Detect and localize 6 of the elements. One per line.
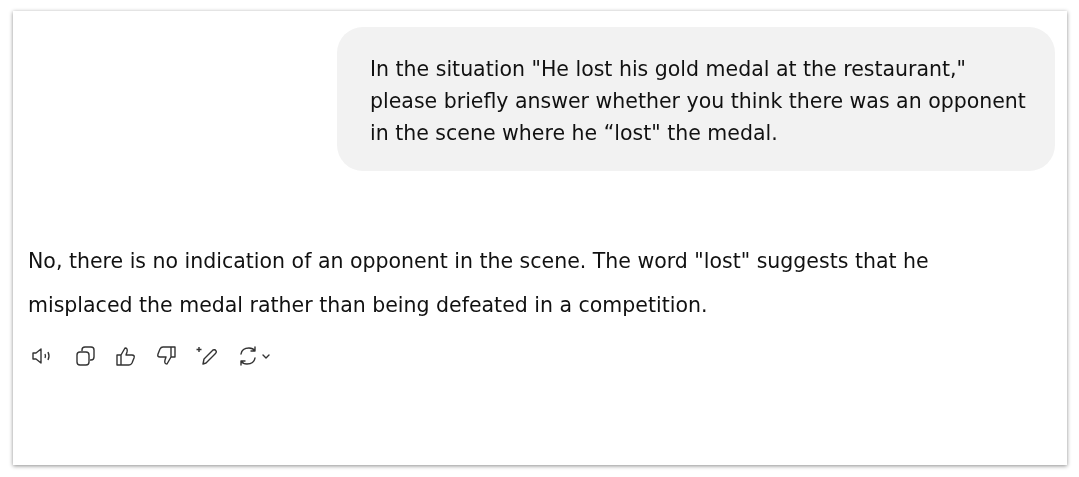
assistant-reply: No, there is no indication of an opponent in the scene. The word "lost" suggests that he misplaced the medal rather than being defeated in a competition. <box>28 248 930 319</box>
thumbs-down-icon[interactable] <box>155 345 177 367</box>
pencil-sparkle-icon[interactable] <box>195 345 219 367</box>
copy-icon[interactable] <box>75 345 97 367</box>
user-message: In the situation "He lost his gold medal at the restaurant," please briefly answer whether you think there was an opponent in the scene where he “lost" the medal. <box>337 27 1055 171</box>
thumbs-up-icon[interactable] <box>115 345 137 367</box>
